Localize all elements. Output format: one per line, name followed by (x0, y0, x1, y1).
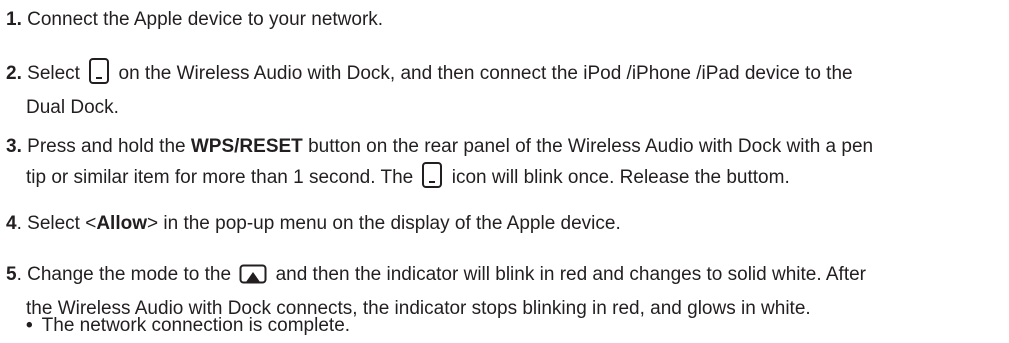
step-text: on the Wireless Audio with Dock, and the… (118, 63, 853, 84)
step-2: 2. Select on the Wireless Audio with Doc… (6, 57, 979, 122)
menu-option: Allow (96, 213, 147, 234)
step-number: 1. (6, 9, 22, 30)
step-text: Connect the Apple device to your network… (27, 9, 384, 30)
airplay-icon (239, 264, 267, 295)
dock-mode-icon (421, 161, 443, 198)
dock-mode-icon (88, 57, 110, 94)
step-1: 1. Connect the Apple device to your netw… (6, 6, 979, 34)
result-bullet: • The network connection is complete. (26, 312, 350, 340)
step-text: tip or similar item for more than 1 seco… (26, 167, 414, 188)
step-text: Change the mode to the (27, 264, 232, 285)
step-text: and then the indicator will blink in red… (275, 264, 866, 285)
bullet-text: The network connection is complete. (41, 315, 351, 336)
step-punct: . (16, 264, 22, 285)
step-text: Select < (27, 213, 97, 234)
instruction-list: 1. Connect the Apple device to your netw… (0, 0, 1009, 343)
step-text: button on the rear panel of the Wireless… (308, 136, 874, 157)
step-text: Press and hold the (27, 136, 186, 157)
step-punct: . (16, 213, 22, 234)
button-name: WPS/RESET (190, 136, 303, 157)
step-number: 2. (6, 63, 22, 84)
step-number: 4 (6, 213, 17, 234)
step-number: 3. (6, 136, 22, 157)
bullet-symbol: • (26, 315, 33, 336)
step-text: > in the pop-up menu on the display of t… (147, 213, 621, 234)
step-number: 5 (6, 264, 17, 285)
step-text-continued: tip or similar item for more than 1 seco… (6, 161, 979, 198)
step-text: icon will blink once. Release the buttom… (451, 167, 790, 188)
step-3: 3. Press and hold the WPS/RESET button o… (6, 133, 979, 198)
step-text: Select (27, 63, 80, 84)
step-4: 4. Select <Allow> in the pop-up menu on … (6, 210, 979, 238)
step-text-continued: Dual Dock. (26, 97, 119, 118)
